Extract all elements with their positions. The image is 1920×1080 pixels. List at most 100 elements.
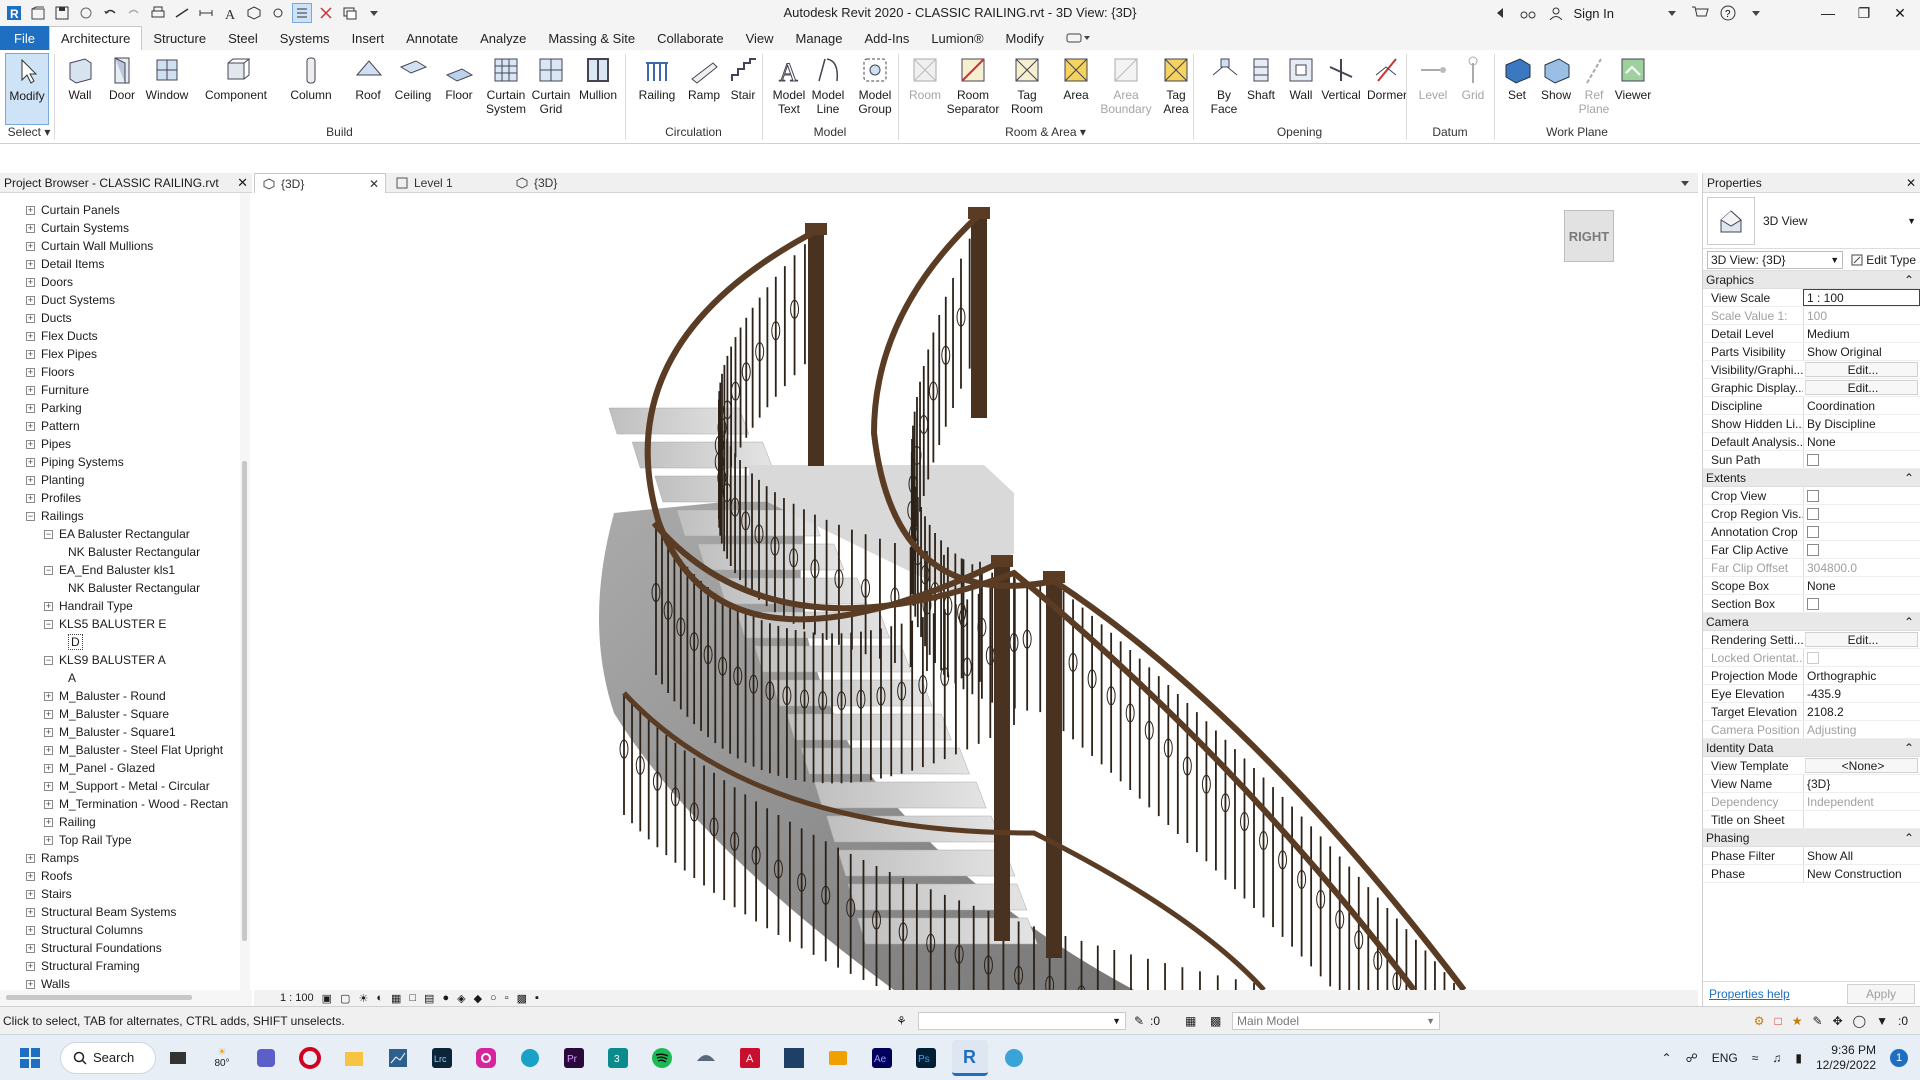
battery-icon[interactable]: ▮	[1795, 1051, 1802, 1065]
redo-icon[interactable]	[124, 3, 144, 23]
3d-view-icon[interactable]	[244, 3, 264, 23]
select-links-icon[interactable]: ⚙	[1754, 1014, 1765, 1028]
tab-modify[interactable]: Modify	[995, 26, 1055, 50]
drag-elements-icon[interactable]: ✥	[1833, 1014, 1843, 1028]
instagram-icon[interactable]	[468, 1040, 504, 1076]
property-category[interactable]: Identity Data ⌃	[1703, 739, 1920, 757]
visual-style-icon[interactable]: ▢	[340, 992, 350, 1005]
property-value[interactable]: {3D}	[1803, 775, 1920, 792]
user-icon[interactable]	[1546, 3, 1566, 23]
close-hidden-icon[interactable]	[316, 3, 336, 23]
tree-item[interactable]: + Flex Pipes	[26, 345, 97, 363]
property-checkbox[interactable]	[1803, 541, 1920, 558]
revit-logo-icon[interactable]: R	[4, 3, 24, 23]
property-edit-button[interactable]: Edit...	[1805, 380, 1918, 395]
property-checkbox[interactable]	[1803, 451, 1920, 468]
tree-item[interactable]: + Railing	[44, 813, 96, 831]
tab-steel[interactable]: Steel	[217, 26, 269, 50]
drawing-area-3d[interactable]: RIGHT	[254, 193, 1698, 990]
expand-icon[interactable]: +	[26, 853, 35, 863]
curtain-grid-button[interactable]: Curtain Grid	[528, 53, 574, 116]
customize-qat-icon[interactable]	[364, 3, 384, 23]
expand-icon[interactable]: +	[26, 979, 35, 989]
globe-app-icon[interactable]	[996, 1040, 1032, 1076]
wall-button[interactable]: Wall	[57, 53, 103, 102]
mullion-button[interactable]: Mullion	[575, 53, 621, 102]
group-room-area[interactable]: Room & Area ▾	[898, 125, 1193, 139]
expand-icon[interactable]: +	[26, 439, 35, 449]
viewer-button[interactable]: Viewer	[1610, 53, 1656, 102]
room-button[interactable]: Room	[902, 53, 948, 102]
edge-icon[interactable]	[512, 1040, 548, 1076]
tree-item[interactable]: + Top Rail Type	[44, 831, 132, 849]
tree-item[interactable]: + Handrail Type	[44, 597, 133, 615]
collapse-arrow-icon[interactable]: ⌃	[1904, 741, 1914, 755]
notification-badge[interactable]: 1	[1890, 1048, 1908, 1067]
property-checkbox[interactable]	[1803, 595, 1920, 612]
grid-button[interactable]: Grid	[1450, 53, 1496, 102]
apply-button[interactable]: Apply	[1846, 983, 1915, 1004]
tree-item[interactable]: NK Baluster Rectangular	[68, 543, 200, 561]
expand-icon[interactable]: +	[26, 259, 35, 269]
property-value[interactable]: -435.9	[1803, 685, 1920, 702]
property-value[interactable]: Coordination	[1803, 397, 1920, 414]
reveal-hidden-icon[interactable]: ◆	[474, 992, 482, 1005]
area-button[interactable]: Area	[1053, 53, 1099, 102]
tree-item[interactable]: + Structural Framing	[26, 957, 140, 975]
model-group-button[interactable]: Model Group	[852, 53, 898, 116]
chevron-up-icon[interactable]: ⌃	[1662, 1051, 1672, 1065]
property-edit-button[interactable]: <None>	[1805, 758, 1918, 773]
save-icon[interactable]	[52, 3, 72, 23]
door-button[interactable]: Door	[99, 53, 145, 102]
tree-item[interactable]: + Parking	[26, 399, 82, 417]
tab-architecture[interactable]: Architecture	[48, 26, 143, 50]
detail-level-icon[interactable]: ▣	[322, 992, 332, 1005]
property-value[interactable]: 1 : 100	[1803, 289, 1920, 306]
tab-structure[interactable]: Structure	[142, 26, 217, 50]
design-option-icon[interactable]: ▩	[1210, 1014, 1221, 1028]
section-icon[interactable]	[268, 3, 288, 23]
tree-item[interactable]: + Detail Items	[26, 255, 104, 273]
constraints-icon[interactable]: ▪	[535, 992, 539, 1004]
tree-item[interactable]: + M_Panel - Glazed	[44, 759, 155, 777]
model-line-button[interactable]: Model Line	[805, 53, 851, 116]
tree-item[interactable]: + Doors	[26, 273, 73, 291]
expand-icon[interactable]: +	[44, 709, 53, 719]
property-value[interactable]: Show All	[1803, 847, 1920, 864]
weather-widget[interactable]: ☀ 80°	[204, 1040, 240, 1076]
photoshop-icon[interactable]: Ps	[908, 1040, 944, 1076]
collapse-arrow-icon[interactable]: ⌃	[1904, 273, 1914, 287]
area-boundary-button[interactable]: Area Boundary	[1100, 53, 1152, 116]
tab-lumion[interactable]: Lumion®	[920, 26, 994, 50]
spotify-icon[interactable]	[644, 1040, 680, 1076]
aligned-dimension-icon[interactable]	[196, 3, 216, 23]
text-icon[interactable]: A	[220, 3, 240, 23]
tree-item[interactable]: + Stairs	[26, 885, 72, 903]
filter-icon[interactable]: ▼	[1876, 1014, 1888, 1028]
property-category[interactable]: Graphics ⌃	[1703, 271, 1920, 289]
tree-item[interactable]: A	[68, 669, 76, 687]
expand-icon[interactable]: +	[44, 835, 53, 845]
tree-item[interactable]: − EA_End Baluster kls1	[44, 561, 175, 579]
clock[interactable]: 9:36 PM 12/29/2022	[1816, 1043, 1876, 1073]
windows-start-icon[interactable]	[12, 1040, 48, 1076]
print-icon[interactable]	[148, 3, 168, 23]
modify-button[interactable]: Modify	[5, 53, 49, 125]
property-edit-button[interactable]: Edit...	[1805, 362, 1918, 377]
tree-item[interactable]: + Floors	[26, 363, 74, 381]
expand-icon[interactable]: +	[44, 781, 53, 791]
open-icon[interactable]	[28, 3, 48, 23]
room-separator-button[interactable]: Room Separator	[947, 53, 999, 116]
tree-item[interactable]: D	[68, 633, 83, 651]
language-indicator[interactable]: ENG	[1712, 1051, 1738, 1065]
property-category[interactable]: Extents ⌃	[1703, 469, 1920, 487]
map-app-icon[interactable]	[776, 1040, 812, 1076]
expand-icon[interactable]: +	[44, 763, 53, 773]
close-icon[interactable]: ✕	[237, 175, 248, 191]
tree-item[interactable]: + M_Baluster - Square1	[44, 723, 176, 741]
tree-item[interactable]: + Pipes	[26, 435, 71, 453]
expand-icon[interactable]: +	[26, 475, 35, 485]
teams-icon[interactable]	[248, 1040, 284, 1076]
tab-3d-view-2[interactable]: {3D}	[508, 173, 565, 193]
network-icon[interactable]: ☍	[1686, 1051, 1698, 1065]
